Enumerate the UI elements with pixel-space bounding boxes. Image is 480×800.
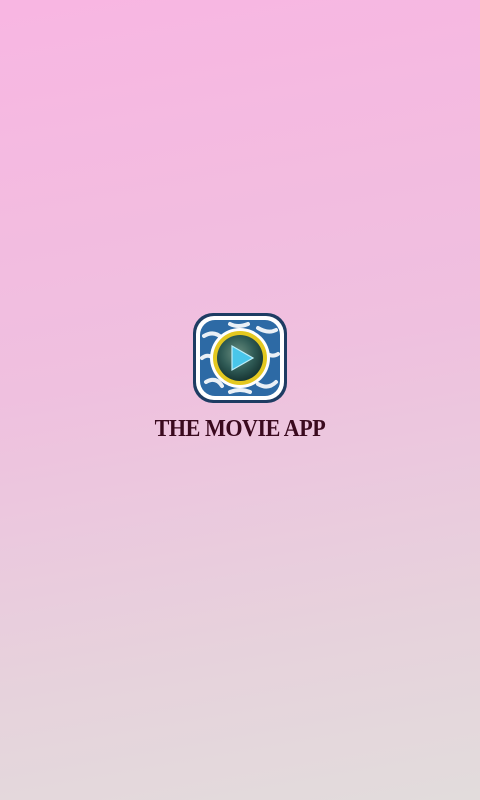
app-title: THE MOVIE APP	[154, 416, 326, 442]
movie-play-icon	[192, 312, 288, 404]
splash-screen: THE MOVIE APP	[0, 0, 480, 800]
